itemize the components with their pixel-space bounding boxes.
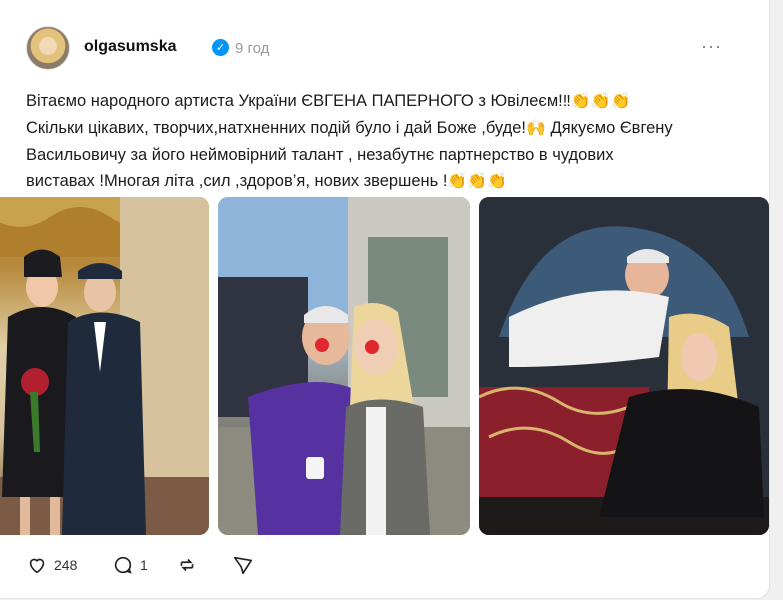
- like-count: 248: [54, 557, 78, 573]
- post-caption: Вітаємо народного артиста України ЄВГЕНА…: [26, 88, 766, 195]
- photo-clown-noses[interactable]: [218, 197, 470, 535]
- reply-button[interactable]: 1: [112, 554, 148, 576]
- caption-line: виставах !Многая літа ,сил ,здоров’я, но…: [26, 168, 766, 195]
- caption-line: Вітаємо народного артиста України ЄВГЕНА…: [26, 88, 766, 115]
- caption-line: Васильовичу за його неймовірний талант ,…: [26, 142, 766, 168]
- send-icon: [233, 556, 253, 575]
- post-card: olgasumska ✓ 9 год ··· Вітаємо народного…: [0, 0, 770, 599]
- photo-stage-scene[interactable]: [479, 197, 769, 535]
- caption-text: Скільки цікавих, творчих,натхненних поді…: [26, 119, 527, 137]
- emoji-text: 👏👏👏: [447, 173, 508, 190]
- heart-icon: [29, 558, 45, 574]
- caption-text: Васильовичу за його неймовірний талант ,…: [26, 146, 614, 164]
- caption-text: Вітаємо народного артиста України ЄВГЕНА…: [26, 92, 563, 110]
- caption-line: Скільки цікавих, творчих,натхненних поді…: [26, 115, 766, 142]
- caption-text: виставах !Многая літа ,сил ,здоров’я, но…: [26, 172, 448, 190]
- avatar[interactable]: [26, 26, 70, 70]
- photo-stage-scene-illustration: [479, 197, 769, 535]
- photo-actress-and-pilot-illustration: [0, 197, 209, 535]
- share-button[interactable]: [232, 554, 254, 576]
- post-time[interactable]: 9 год: [235, 40, 269, 57]
- caption-text: Дякуємо Євгену: [545, 119, 673, 137]
- username[interactable]: olgasumska: [84, 38, 176, 56]
- repost-button[interactable]: [176, 554, 198, 576]
- photo-clown-noses-illustration: [218, 197, 470, 535]
- reply-count: 1: [140, 557, 148, 573]
- reply-icon: [114, 556, 132, 574]
- repost-icon: [180, 558, 194, 572]
- more-options-icon[interactable]: ···: [701, 36, 722, 57]
- emoji-text: 🙌: [526, 120, 546, 137]
- like-button[interactable]: 248: [26, 554, 77, 576]
- photo-actress-and-pilot[interactable]: [0, 197, 209, 535]
- emoji-text: ‼👏👏👏: [562, 93, 631, 110]
- verified-badge-icon: ✓: [212, 39, 229, 56]
- post-header: olgasumska ✓ 9 год ···: [26, 26, 746, 70]
- post-actions: 248 1: [26, 554, 326, 578]
- photo-carousel: [0, 197, 769, 535]
